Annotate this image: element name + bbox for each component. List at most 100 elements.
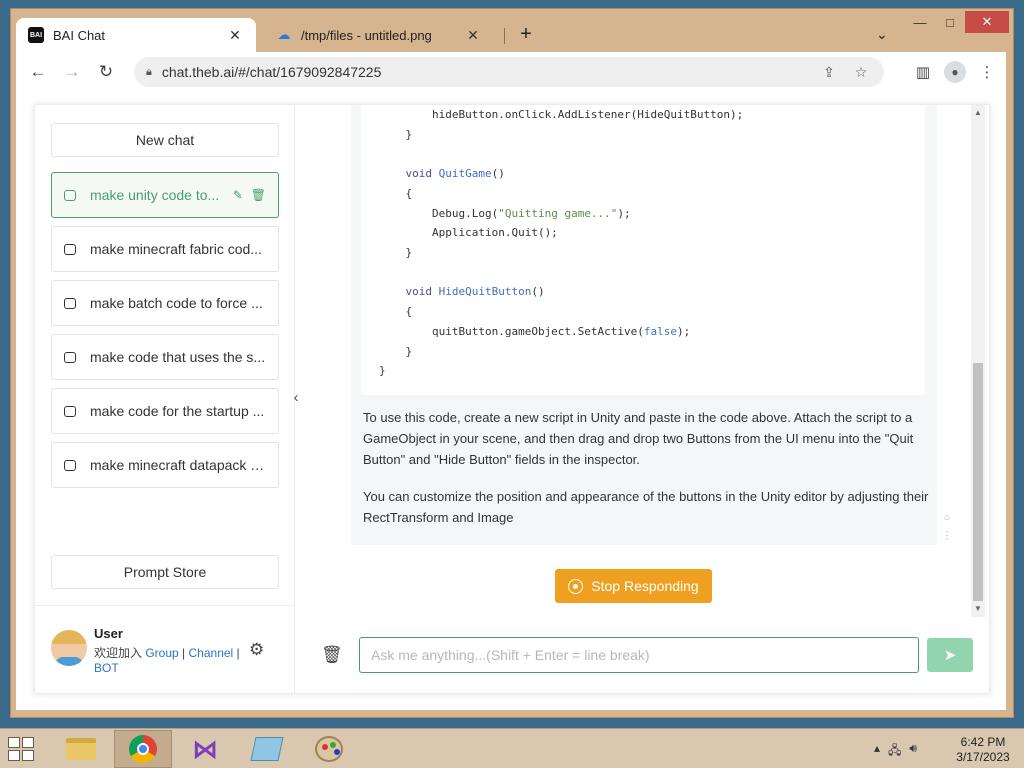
- share-icon[interactable]: ⇪: [818, 64, 840, 81]
- tab-bai-chat[interactable]: BAI BAI Chat ✕: [16, 18, 256, 52]
- send-button[interactable]: ➤: [927, 638, 973, 672]
- separator: |: [233, 646, 240, 660]
- send-plane-icon: ➤: [943, 647, 957, 664]
- sidebar-item-uses[interactable]: make code that uses the s...: [51, 334, 279, 380]
- edit-icon[interactable]: ✎: [233, 188, 243, 202]
- bai-favicon-icon: BAI: [28, 27, 44, 43]
- sidebar: New chat make unity code to... ✎ 🗑︎ make…: [35, 105, 295, 693]
- chat-app: New chat make unity code to... ✎ 🗑︎ make…: [34, 104, 990, 694]
- new-tab-button[interactable]: +: [516, 24, 536, 44]
- prompt-store-button[interactable]: Prompt Store: [51, 555, 279, 589]
- chat-bubble-icon: [64, 351, 76, 363]
- page-viewport: New chat make unity code to... ✎ 🗑︎ make…: [16, 92, 1006, 710]
- circle-icon[interactable]: ○: [941, 509, 953, 527]
- chat-item-label: make minecraft datapack c...: [90, 457, 266, 473]
- tab-close-icon[interactable]: ✕: [226, 27, 244, 44]
- clock[interactable]: 6:42 PM 3/17/2023: [948, 735, 1018, 765]
- message-input[interactable]: [359, 637, 919, 673]
- sidebar-item-unity[interactable]: make unity code to... ✎ 🗑︎: [51, 172, 279, 218]
- paint-icon[interactable]: [300, 730, 358, 768]
- message-actions: ○ ⋮: [941, 509, 953, 545]
- lock-icon[interactable]: 🔒︎: [146, 66, 152, 79]
- code-line: {: [379, 187, 413, 200]
- file-explorer-icon[interactable]: [52, 730, 110, 768]
- user-description: 欢迎加入 Group | Channel | BOT: [94, 646, 244, 676]
- clock-time: 6:42 PM: [960, 735, 1006, 749]
- code-line: }: [379, 246, 413, 259]
- side-panel-icon[interactable]: ▥: [912, 61, 934, 83]
- chat-scrollbar[interactable]: ▲ ▼: [971, 105, 985, 617]
- visual-studio-icon[interactable]: ⋈: [176, 730, 234, 768]
- cloud-icon: ☁: [277, 27, 291, 42]
- taskbar: ⋈ ▴ 🖧︎ 🔊︎ 6:42 PM 3/17/2023: [0, 728, 1024, 768]
- code-line: {: [379, 305, 413, 318]
- tab-files[interactable]: ☁ /tmp/files - untitled.png ✕: [264, 18, 494, 52]
- sidebar-item-batch[interactable]: make batch code to force ...: [51, 280, 279, 326]
- forward-button[interactable]: →: [58, 58, 86, 86]
- code-block: hideButton.onClick.AddListener(HideQuitB…: [361, 105, 925, 395]
- assistant-message: hideButton.onClick.AddListener(HideQuitB…: [351, 105, 937, 545]
- profile-avatar-icon[interactable]: ●: [944, 61, 966, 83]
- address-bar[interactable]: 🔒︎ chat.theb.ai/#/chat/1679092847225 ⇪ ☆: [134, 57, 884, 87]
- chat-bubble-icon: [64, 189, 76, 201]
- code-line: }: [379, 345, 413, 358]
- sidebar-item-startup[interactable]: make code for the startup ...: [51, 388, 279, 434]
- notepad-icon[interactable]: [238, 730, 296, 768]
- tab-title: BAI Chat: [53, 27, 106, 43]
- chat-bubble-icon: [64, 405, 76, 417]
- bot-link[interactable]: BOT: [94, 661, 119, 675]
- chat-item-label: make minecraft fabric cod...: [90, 241, 262, 257]
- scroll-up-arrow-icon[interactable]: ▲: [971, 107, 985, 119]
- new-chat-button[interactable]: New chat: [51, 123, 279, 157]
- code-line: }: [379, 128, 413, 141]
- chat-item-label: make batch code to force ...: [90, 295, 263, 311]
- code-line: Application.Quit();: [379, 226, 558, 239]
- stop-responding-button[interactable]: Stop Responding: [555, 569, 712, 603]
- tab-strip: BAI BAI Chat ✕ ☁ /tmp/files - untitled.p…: [16, 18, 1006, 52]
- code-line: void HideQuitButton(): [379, 285, 545, 298]
- tab-close-icon[interactable]: ✕: [464, 27, 482, 44]
- code-line: hideButton.onClick.AddListener(HideQuitB…: [379, 108, 744, 121]
- delete-icon[interactable]: 🗑︎: [251, 188, 266, 202]
- chat-bubble-icon: [64, 297, 76, 309]
- volume-icon[interactable]: 🔊︎: [909, 741, 917, 762]
- chrome-icon[interactable]: [114, 730, 172, 768]
- reload-button[interactable]: ↻: [92, 58, 120, 86]
- clear-chat-trash-icon[interactable]: 🗑︎: [321, 645, 343, 665]
- code-line: Debug.Log("Quitting game...");: [379, 207, 631, 220]
- separator: |: [178, 646, 189, 660]
- more-vertical-icon[interactable]: ⋮: [941, 527, 953, 545]
- user-panel: User 欢迎加入 Group | Channel | BOT ⚙: [35, 605, 295, 695]
- message-paragraph: To use this code, create a new script in…: [363, 410, 914, 467]
- tab-title: /tmp/files - untitled.png: [301, 27, 432, 43]
- system-tray: ▴ 🖧︎ 🔊︎: [874, 741, 917, 762]
- browser-toolbar: ← → ↻ 🔒︎ chat.theb.ai/#/chat/16790928472…: [16, 52, 1006, 92]
- scroll-thumb[interactable]: [973, 363, 983, 601]
- clock-date: 3/17/2023: [956, 750, 1010, 764]
- scroll-down-arrow-icon[interactable]: ▼: [971, 603, 985, 615]
- user-name: User: [94, 626, 123, 641]
- stop-circle-icon: [568, 578, 584, 594]
- tray-expand-icon[interactable]: ▴: [874, 741, 880, 762]
- back-button[interactable]: ←: [24, 58, 52, 86]
- sidebar-item-fabric[interactable]: make minecraft fabric cod...: [51, 226, 279, 272]
- welcome-text: 欢迎加入: [94, 646, 146, 660]
- chat-area: hideButton.onClick.AddListener(HideQuitB…: [295, 105, 991, 695]
- more-menu-icon[interactable]: ⋮: [976, 61, 998, 83]
- stop-label: Stop Responding: [591, 578, 699, 594]
- start-windows-icon[interactable]: [8, 737, 36, 761]
- url-text[interactable]: chat.theb.ai/#/chat/1679092847225: [162, 64, 808, 80]
- group-link[interactable]: Group: [145, 646, 178, 660]
- code-line: }: [379, 364, 386, 377]
- chat-item-label: make unity code to...: [90, 187, 220, 203]
- chat-item-label: make code that uses the s...: [90, 349, 266, 365]
- channel-link[interactable]: Channel: [189, 646, 234, 660]
- bookmark-star-icon[interactable]: ☆: [850, 64, 872, 81]
- network-icon[interactable]: 🖧︎: [888, 741, 901, 762]
- settings-gear-icon[interactable]: ⚙: [249, 640, 264, 660]
- sidebar-item-datapack[interactable]: make minecraft datapack c...: [51, 442, 279, 488]
- chat-bubble-icon: [64, 243, 76, 255]
- tab-search-button[interactable]: ⌄: [876, 26, 888, 43]
- tab-separator: [504, 28, 505, 44]
- chat-item-label: make code for the startup ...: [90, 403, 265, 419]
